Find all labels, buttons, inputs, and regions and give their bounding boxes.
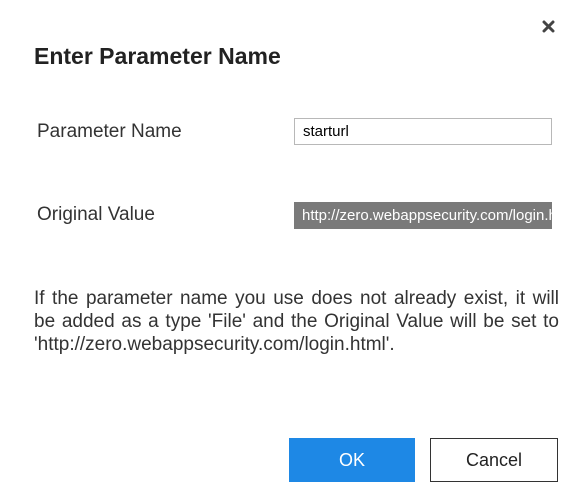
cancel-button[interactable]: Cancel — [430, 438, 558, 482]
original-value-label: Original Value — [37, 204, 155, 225]
close-button[interactable] — [538, 16, 558, 36]
info-message: If the parameter name you use does not a… — [34, 288, 559, 355]
parameter-name-label: Parameter Name — [37, 121, 182, 142]
parameter-name-input[interactable] — [294, 118, 552, 145]
close-icon — [542, 20, 554, 32]
enter-parameter-dialog: Enter Parameter Name Parameter Name Orig… — [0, 0, 573, 485]
dialog-title: Enter Parameter Name — [34, 43, 281, 69]
ok-button[interactable]: OK — [289, 438, 415, 482]
original-value-field: http://zero.webappsecurity.com/login.htm… — [294, 202, 552, 229]
